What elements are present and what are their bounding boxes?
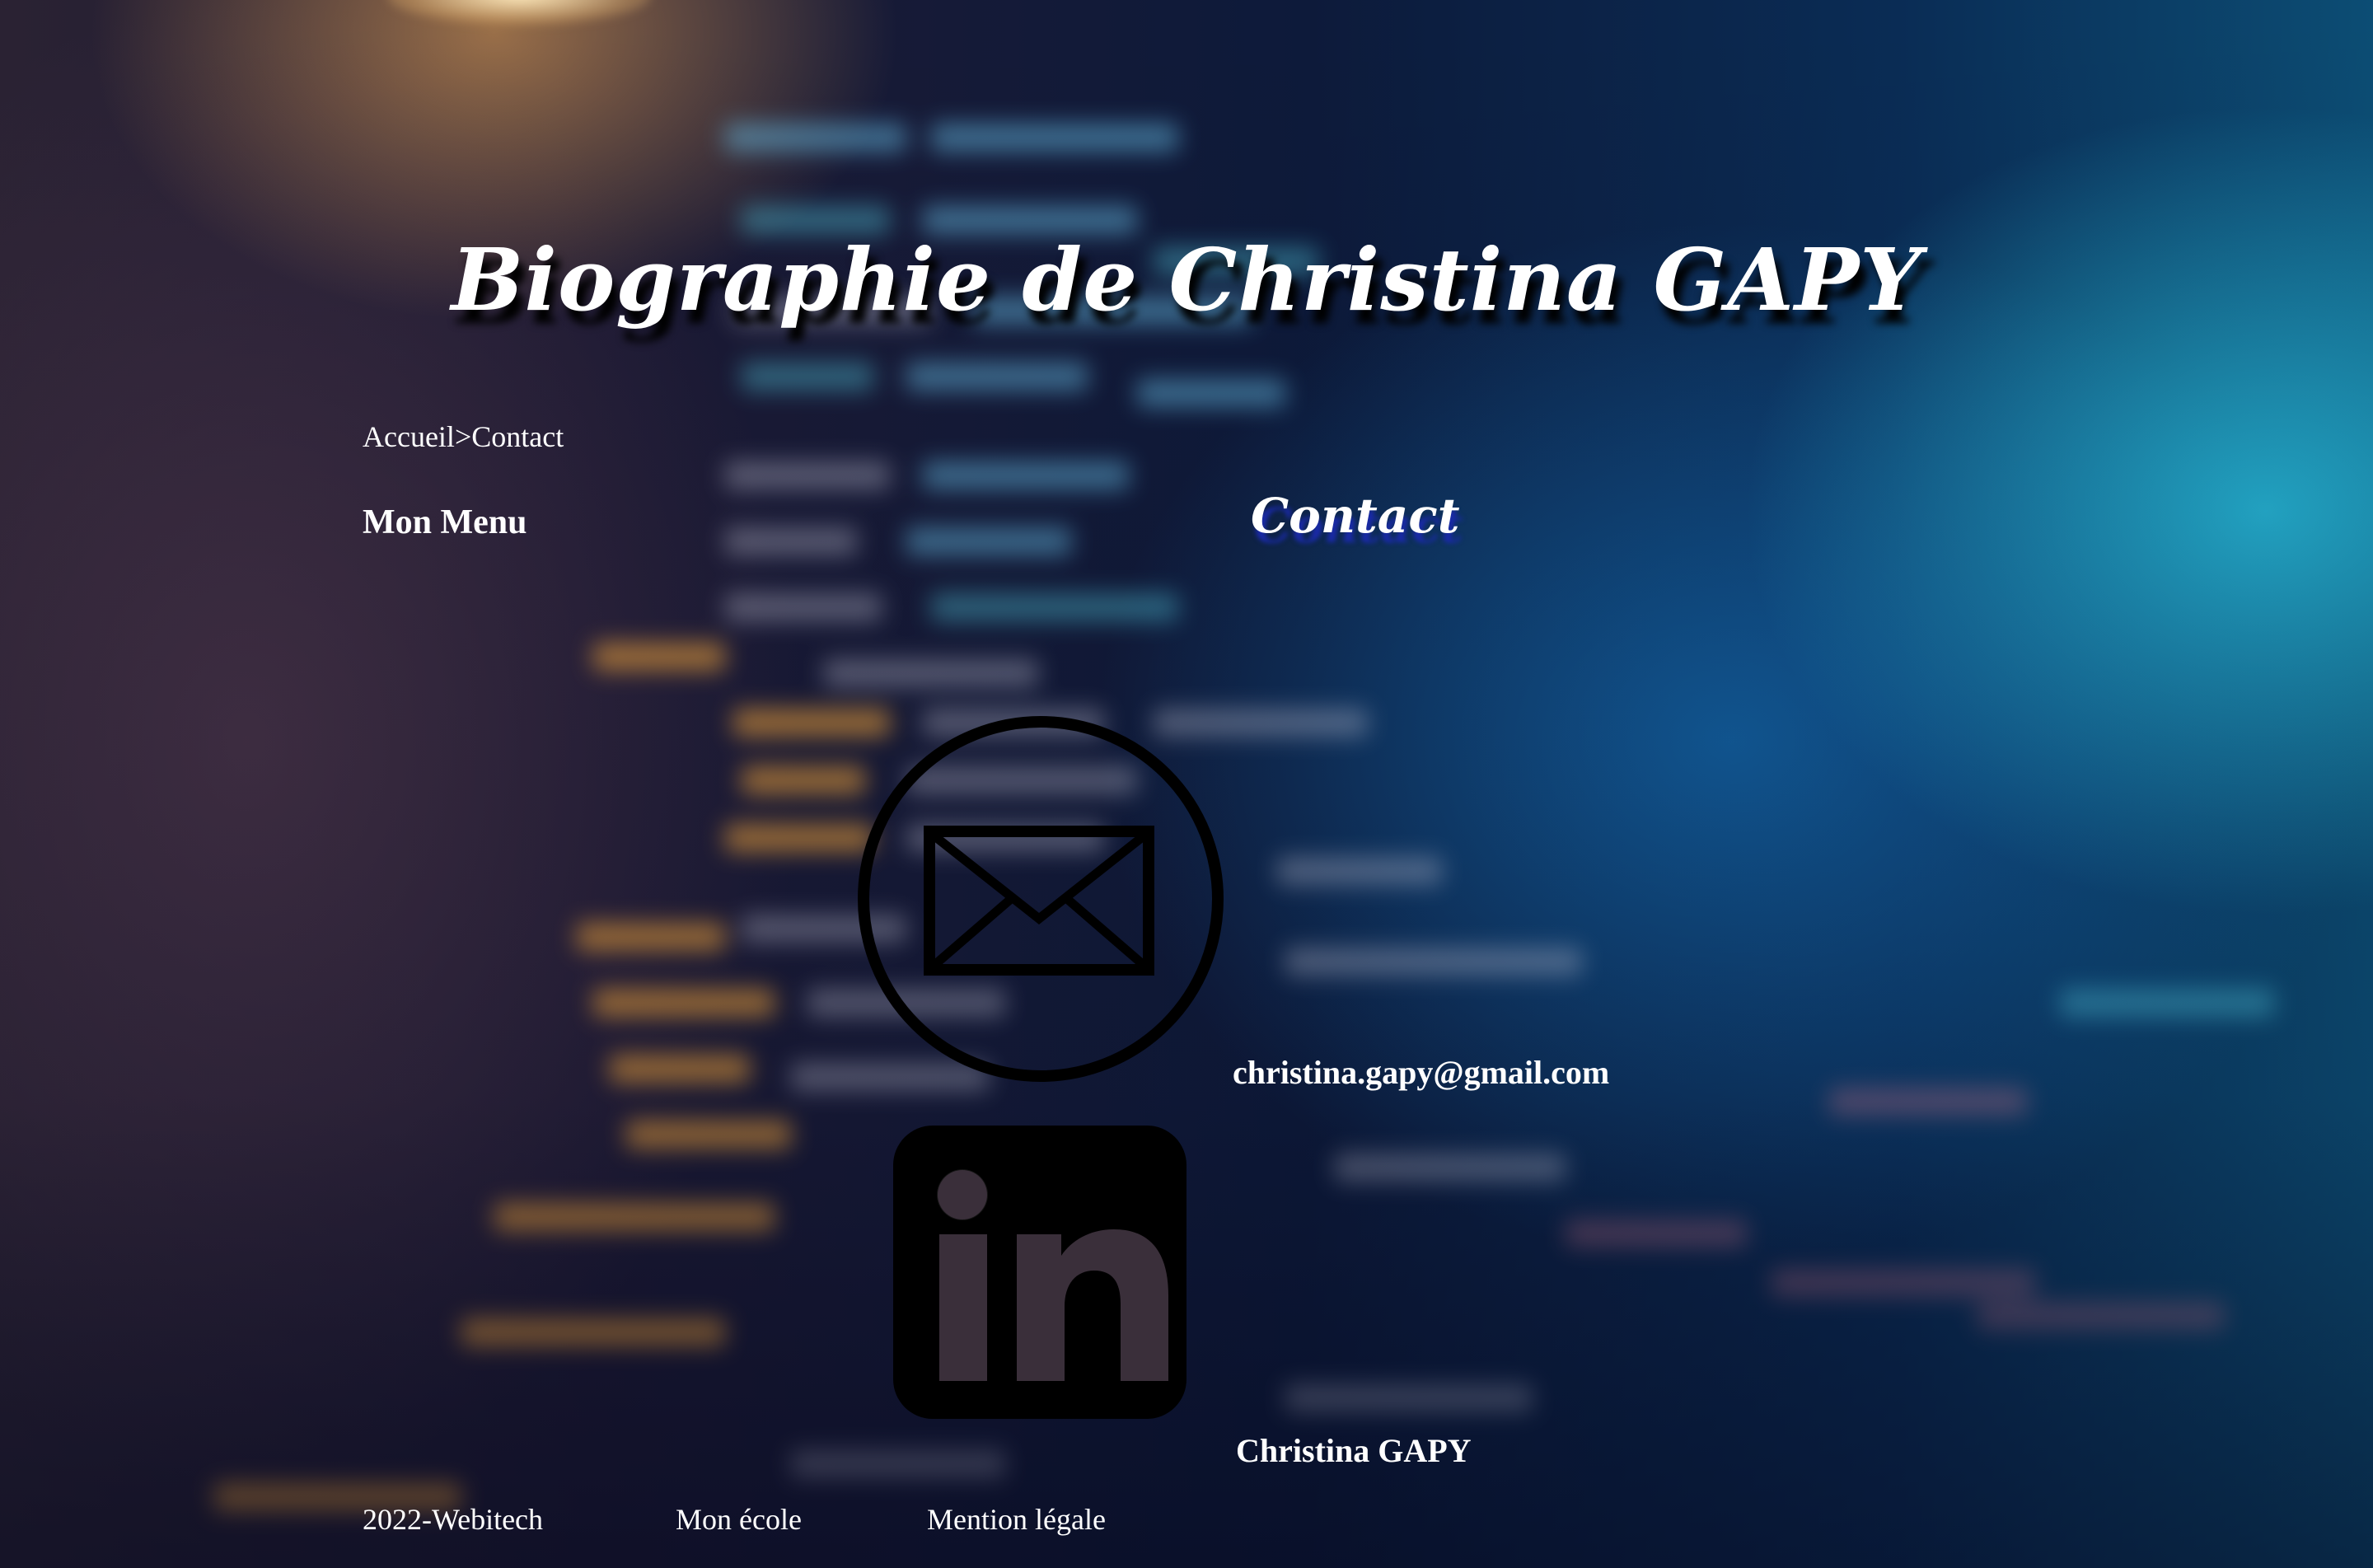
- breadcrumb-separator: >: [454, 420, 472, 453]
- footer-link-mon-ecole[interactable]: Mon école: [676, 1502, 802, 1537]
- mail-icon[interactable]: [857, 715, 1224, 1083]
- email-link[interactable]: christina.gapy@gmail.com: [1233, 1053, 1609, 1092]
- footer: 2022-Webitech Mon école Mention légale: [0, 1500, 2373, 1549]
- linkedin-icon[interactable]: [893, 1126, 1186, 1419]
- menu-title: Mon Menu: [363, 503, 527, 541]
- breadcrumb-home-link[interactable]: Accueil: [363, 420, 455, 453]
- linkedin-link[interactable]: Christina GAPY: [1236, 1431, 1472, 1470]
- section-title: Contact: [1251, 488, 1460, 544]
- footer-link-mention-legale[interactable]: Mention légale: [927, 1502, 1106, 1537]
- site-title: Biographie de Christina GAPY: [451, 229, 1922, 330]
- breadcrumb-current: Contact: [471, 420, 564, 453]
- footer-copyright: 2022-Webitech: [363, 1503, 544, 1536]
- breadcrumb: Accueil>Contact: [363, 419, 564, 454]
